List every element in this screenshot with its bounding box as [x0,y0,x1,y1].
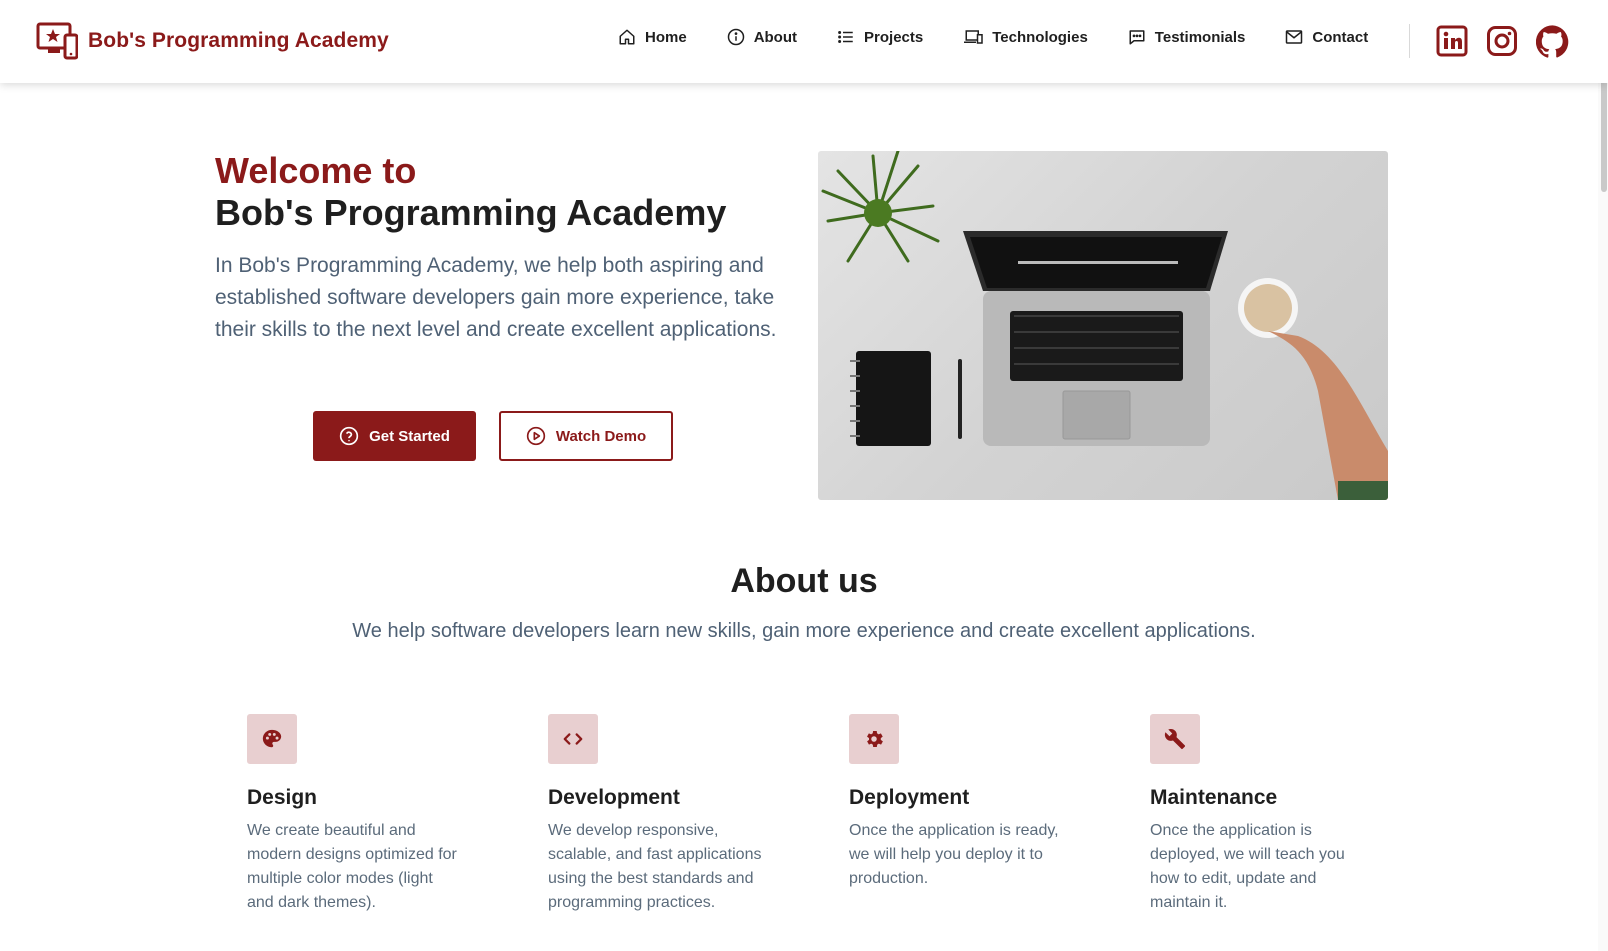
nav-about[interactable]: About [727,28,797,46]
mail-icon [1285,28,1303,46]
devices-icon [963,28,983,46]
site-header: Bob's Programming Academy Home About Pro… [0,0,1608,83]
feature-development: Development We develop responsive, scala… [548,714,778,915]
hero-title-welcome: Welcome to [215,150,417,191]
list-icon [837,28,855,46]
feature-deployment-text: Once the application is ready, we will h… [849,822,1059,887]
question-circle-icon [339,426,359,446]
main-nav: Home About Projects Technologies Testimo… [618,28,1408,46]
github-icon[interactable] [1536,25,1569,58]
nav-contact[interactable]: Contact [1285,28,1368,46]
hero-image [818,151,1388,500]
nav-home[interactable]: Home [618,28,687,46]
about-title: About us [730,562,878,600]
feature-maintenance: Maintenance Once the application is depl… [1150,714,1380,915]
nav-projects-label: Projects [864,28,924,46]
palette-icon [247,714,297,764]
nav-divider [1409,24,1410,58]
brand[interactable]: Bob's Programming Academy [36,22,389,60]
gear-icon [849,714,899,764]
devices-star-icon [36,22,78,60]
watch-demo-button[interactable]: Watch Demo [499,411,673,461]
about-subtitle: We help software developers learn new sk… [352,620,1256,642]
nav-technologies[interactable]: Technologies [963,28,1088,46]
feature-maintenance-title: Maintenance [1150,786,1278,809]
instagram-icon[interactable] [1486,25,1518,58]
code-icon [548,714,598,764]
watch-demo-label: Watch Demo [555,427,647,445]
laptop-illustration [963,231,1228,446]
nav-about-label: About [753,28,798,46]
brand-name: Bob's Programming Academy [88,29,389,52]
plant-illustration [821,151,940,263]
home-icon [618,28,636,46]
feature-development-title: Development [548,786,680,809]
feature-design-title: Design [247,786,318,809]
feature-design: Design We create beautiful and modern de… [247,714,477,915]
info-icon [727,28,745,46]
nav-testimonials-label: Testimonials [1154,28,1246,46]
feature-deployment-title: Deployment [849,786,970,809]
get-started-button[interactable]: Get Started [313,411,476,461]
feature-development-text: We develop responsive, scalable, and fas… [548,822,762,911]
linkedin-icon[interactable] [1436,25,1468,58]
nav-projects[interactable]: Projects [837,28,923,46]
page-scrollbar[interactable] [1598,0,1608,951]
chat-icon [1128,28,1146,46]
nav-technologies-label: Technologies [992,28,1088,46]
nav-testimonials[interactable]: Testimonials [1128,28,1246,46]
feature-deployment: Deployment Once the application is ready… [849,714,1079,891]
hero-title-academy: Bob's Programming Academy [215,192,727,233]
hero-description: In Bob's Programming Academy, we help bo… [215,254,777,341]
wrench-icon [1150,714,1200,764]
notebook-illustration [850,351,962,446]
nav-contact-label: Contact [1312,28,1369,46]
get-started-label: Get Started [369,427,450,445]
play-circle-icon [526,426,546,446]
feature-maintenance-text: Once the application is deployed, we wil… [1150,822,1345,911]
feature-design-text: We create beautiful and modern designs o… [247,822,457,911]
coffee-cup-illustration [1238,278,1388,500]
nav-home-label: Home [645,28,687,46]
social-links [1436,25,1569,58]
